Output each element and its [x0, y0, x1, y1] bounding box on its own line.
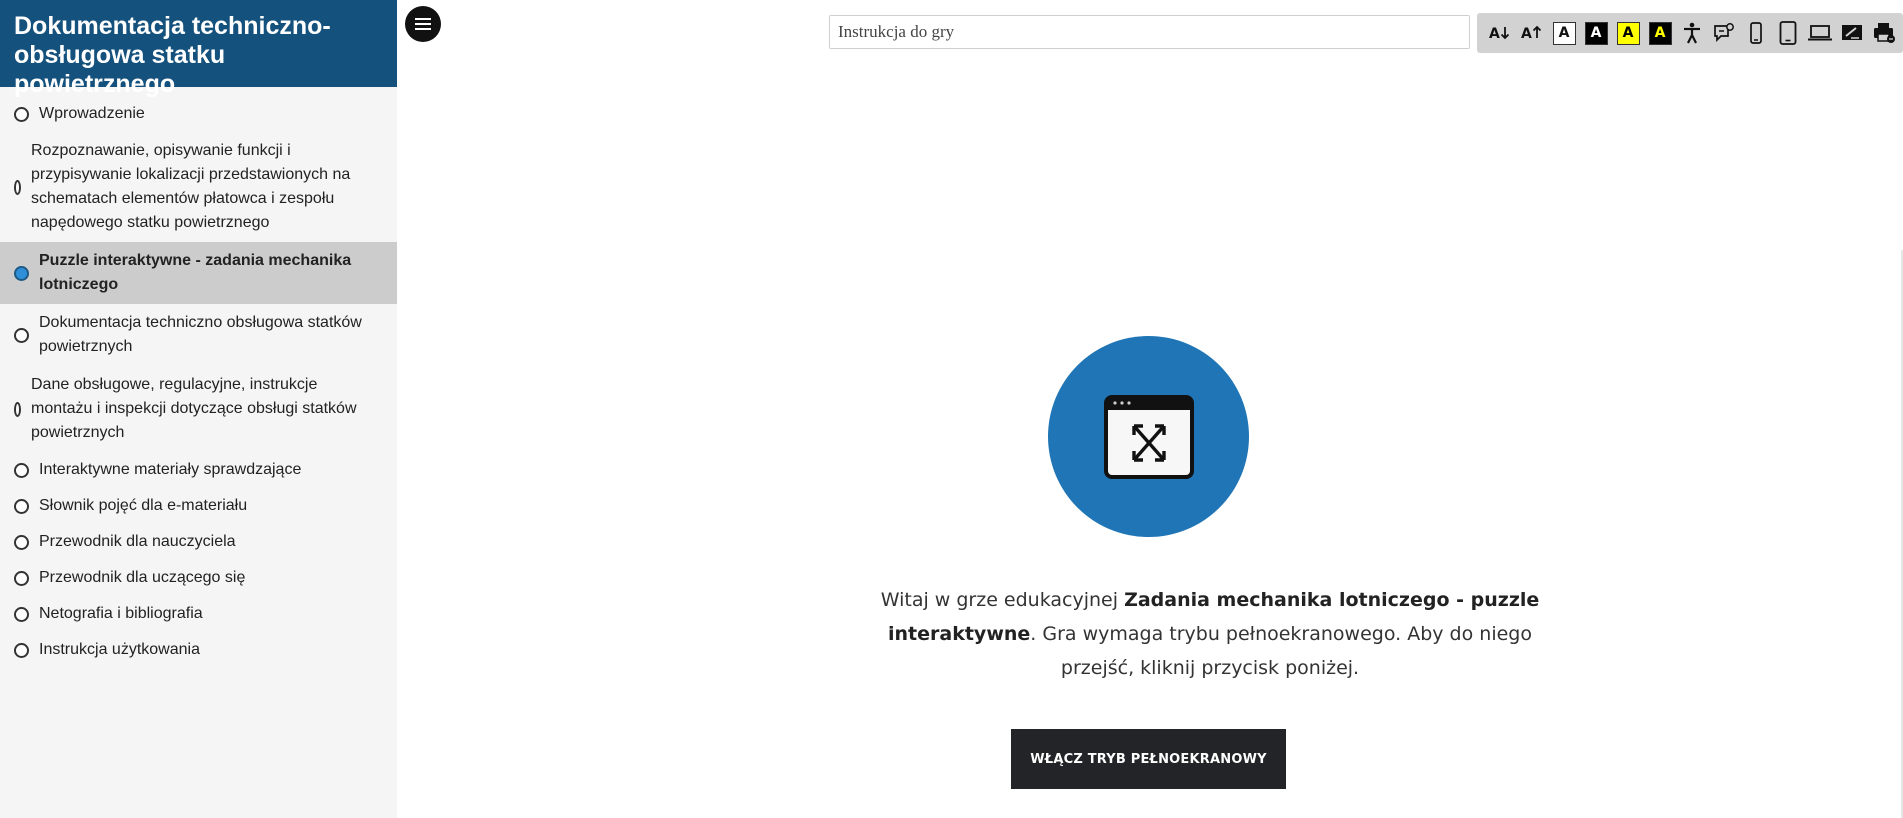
sidebar: Dokumentacja techniczno-obsługowa statku…: [0, 0, 397, 818]
contrast-default-button[interactable]: A: [1549, 18, 1579, 48]
radio-icon: [14, 327, 29, 343]
sidebar-item-przewodnik-nauczyciel[interactable]: Przewodnik dla nauczyciela: [0, 524, 397, 560]
radio-icon: [14, 401, 21, 417]
search-value: Instrukcja do gry: [838, 22, 955, 41]
sidebar-item-puzzle[interactable]: Puzzle interaktywne - zadania mechanika …: [0, 242, 397, 304]
font-decrease-button[interactable]: A: [1485, 18, 1515, 48]
radio-icon: [14, 606, 29, 622]
fullscreen-hero-icon: [1048, 336, 1249, 537]
radio-icon: [14, 642, 29, 658]
sidebar-item-label: Instrukcja użytkowania: [39, 641, 200, 658]
radio-icon: [14, 570, 29, 586]
sidebar-item-przewodnik-uczacy[interactable]: Przewodnik dla uczącego się: [0, 560, 397, 596]
search-input[interactable]: Instrukcja do gry: [829, 15, 1470, 49]
fullscreen-button[interactable]: WŁĄCZ TRYB PEŁNOEKRANOWY: [1011, 729, 1286, 789]
hamburger-icon: [415, 18, 431, 30]
sidebar-item-label: Netografia i bibliografia: [39, 605, 203, 622]
welcome-message: Witaj w grze edukacyjnej Zadania mechani…: [860, 583, 1560, 685]
svg-text:A: A: [1521, 26, 1532, 42]
welcome-suffix: . Gra wymaga trybu pełnoekranowego. Aby …: [1030, 623, 1532, 679]
tablet-view-icon: [1779, 21, 1797, 45]
sidebar-item-label: Słownik pojęć dla e-materiału: [39, 497, 248, 514]
print-icon: [1874, 23, 1895, 43]
radio-icon: [14, 462, 29, 478]
contrast-black-yellow-icon: A: [1648, 21, 1672, 45]
desktop-view-button[interactable]: [1805, 18, 1835, 48]
sidebar-item-wprowadzenie[interactable]: Wprowadzenie: [0, 96, 397, 132]
radio-icon: [14, 106, 29, 122]
sidebar-nav: Wprowadzenie Rozpoznawanie, opisywanie f…: [0, 87, 397, 668]
mobile-view-button[interactable]: [1741, 18, 1771, 48]
accessibility-icon: [1684, 22, 1700, 44]
accessibility-button[interactable]: [1677, 18, 1707, 48]
contrast-black-white-icon: A: [1584, 21, 1608, 45]
sidebar-item-label: Puzzle interaktywne - zadania mechanika …: [39, 252, 352, 293]
font-increase-icon: A: [1521, 25, 1542, 42]
contrast-black-yellow-button[interactable]: A: [1645, 18, 1675, 48]
sidebar-item-label: Przewodnik dla uczącego się: [39, 569, 246, 586]
radio-icon: [14, 498, 29, 514]
sidebar-item-materialy[interactable]: Interaktywne materiały sprawdzające: [0, 452, 397, 488]
sidebar-header: Dokumentacja techniczno-obsługowa statku…: [0, 0, 397, 98]
sidebar-item-label: Wprowadzenie: [39, 105, 145, 122]
sidebar-item-label: Interaktywne materiały sprawdzające: [39, 461, 302, 478]
sidebar-item-label: Przewodnik dla nauczyciela: [39, 533, 236, 550]
speech-bubble-icon: [1714, 23, 1734, 43]
sidebar-item-rozpoznawanie[interactable]: Rozpoznawanie, opisywanie funkcji i przy…: [0, 132, 397, 242]
sidebar-item-label: Dane obsługowe, regulacyjne, instrukcje …: [31, 376, 357, 441]
sidebar-item-slownik[interactable]: Słownik pojęć dla e-materiału: [0, 488, 397, 524]
radio-selected-icon: [14, 265, 29, 281]
course-title: Dokumentacja techniczno-obsługowa statku…: [14, 12, 331, 98]
menu-toggle-button[interactable]: [405, 6, 441, 42]
print-button[interactable]: [1869, 18, 1899, 48]
font-decrease-icon: A: [1489, 26, 1510, 42]
sidebar-item-netografia[interactable]: Netografia i bibliografia: [0, 596, 397, 632]
sign-language-button[interactable]: [1837, 18, 1867, 48]
sidebar-item-label: Dokumentacja techniczno obsługowa statkó…: [39, 314, 362, 355]
mobile-view-icon: [1750, 22, 1762, 44]
tablet-view-button[interactable]: [1773, 18, 1803, 48]
radio-icon: [14, 179, 21, 195]
sidebar-item-dane-obslugowe[interactable]: Dane obsługowe, regulacyjne, instrukcje …: [0, 366, 397, 452]
sidebar-item-instrukcja[interactable]: Instrukcja użytkowania: [0, 632, 397, 668]
welcome-prefix: Witaj w grze edukacyjnej: [880, 589, 1125, 611]
font-increase-button[interactable]: A: [1517, 18, 1547, 48]
radio-icon: [14, 534, 29, 550]
desktop-view-icon: [1808, 25, 1832, 41]
sidebar-item-dokumentacja[interactable]: Dokumentacja techniczno obsługowa statkó…: [0, 304, 397, 366]
sidebar-item-label: Rozpoznawanie, opisywanie funkcji i przy…: [31, 142, 351, 231]
speech-bubble-button[interactable]: [1709, 18, 1739, 48]
contrast-yellow-black-button[interactable]: A: [1613, 18, 1643, 48]
contrast-black-white-button[interactable]: A: [1581, 18, 1611, 48]
contrast-default-icon: A: [1552, 21, 1576, 45]
svg-text:A: A: [1489, 26, 1500, 42]
sign-language-icon: [1842, 25, 1862, 40]
contrast-yellow-black-icon: A: [1616, 21, 1640, 45]
fullscreen-window-icon: [1103, 394, 1194, 479]
accessibility-toolbar: A A A A A A: [1477, 13, 1903, 53]
